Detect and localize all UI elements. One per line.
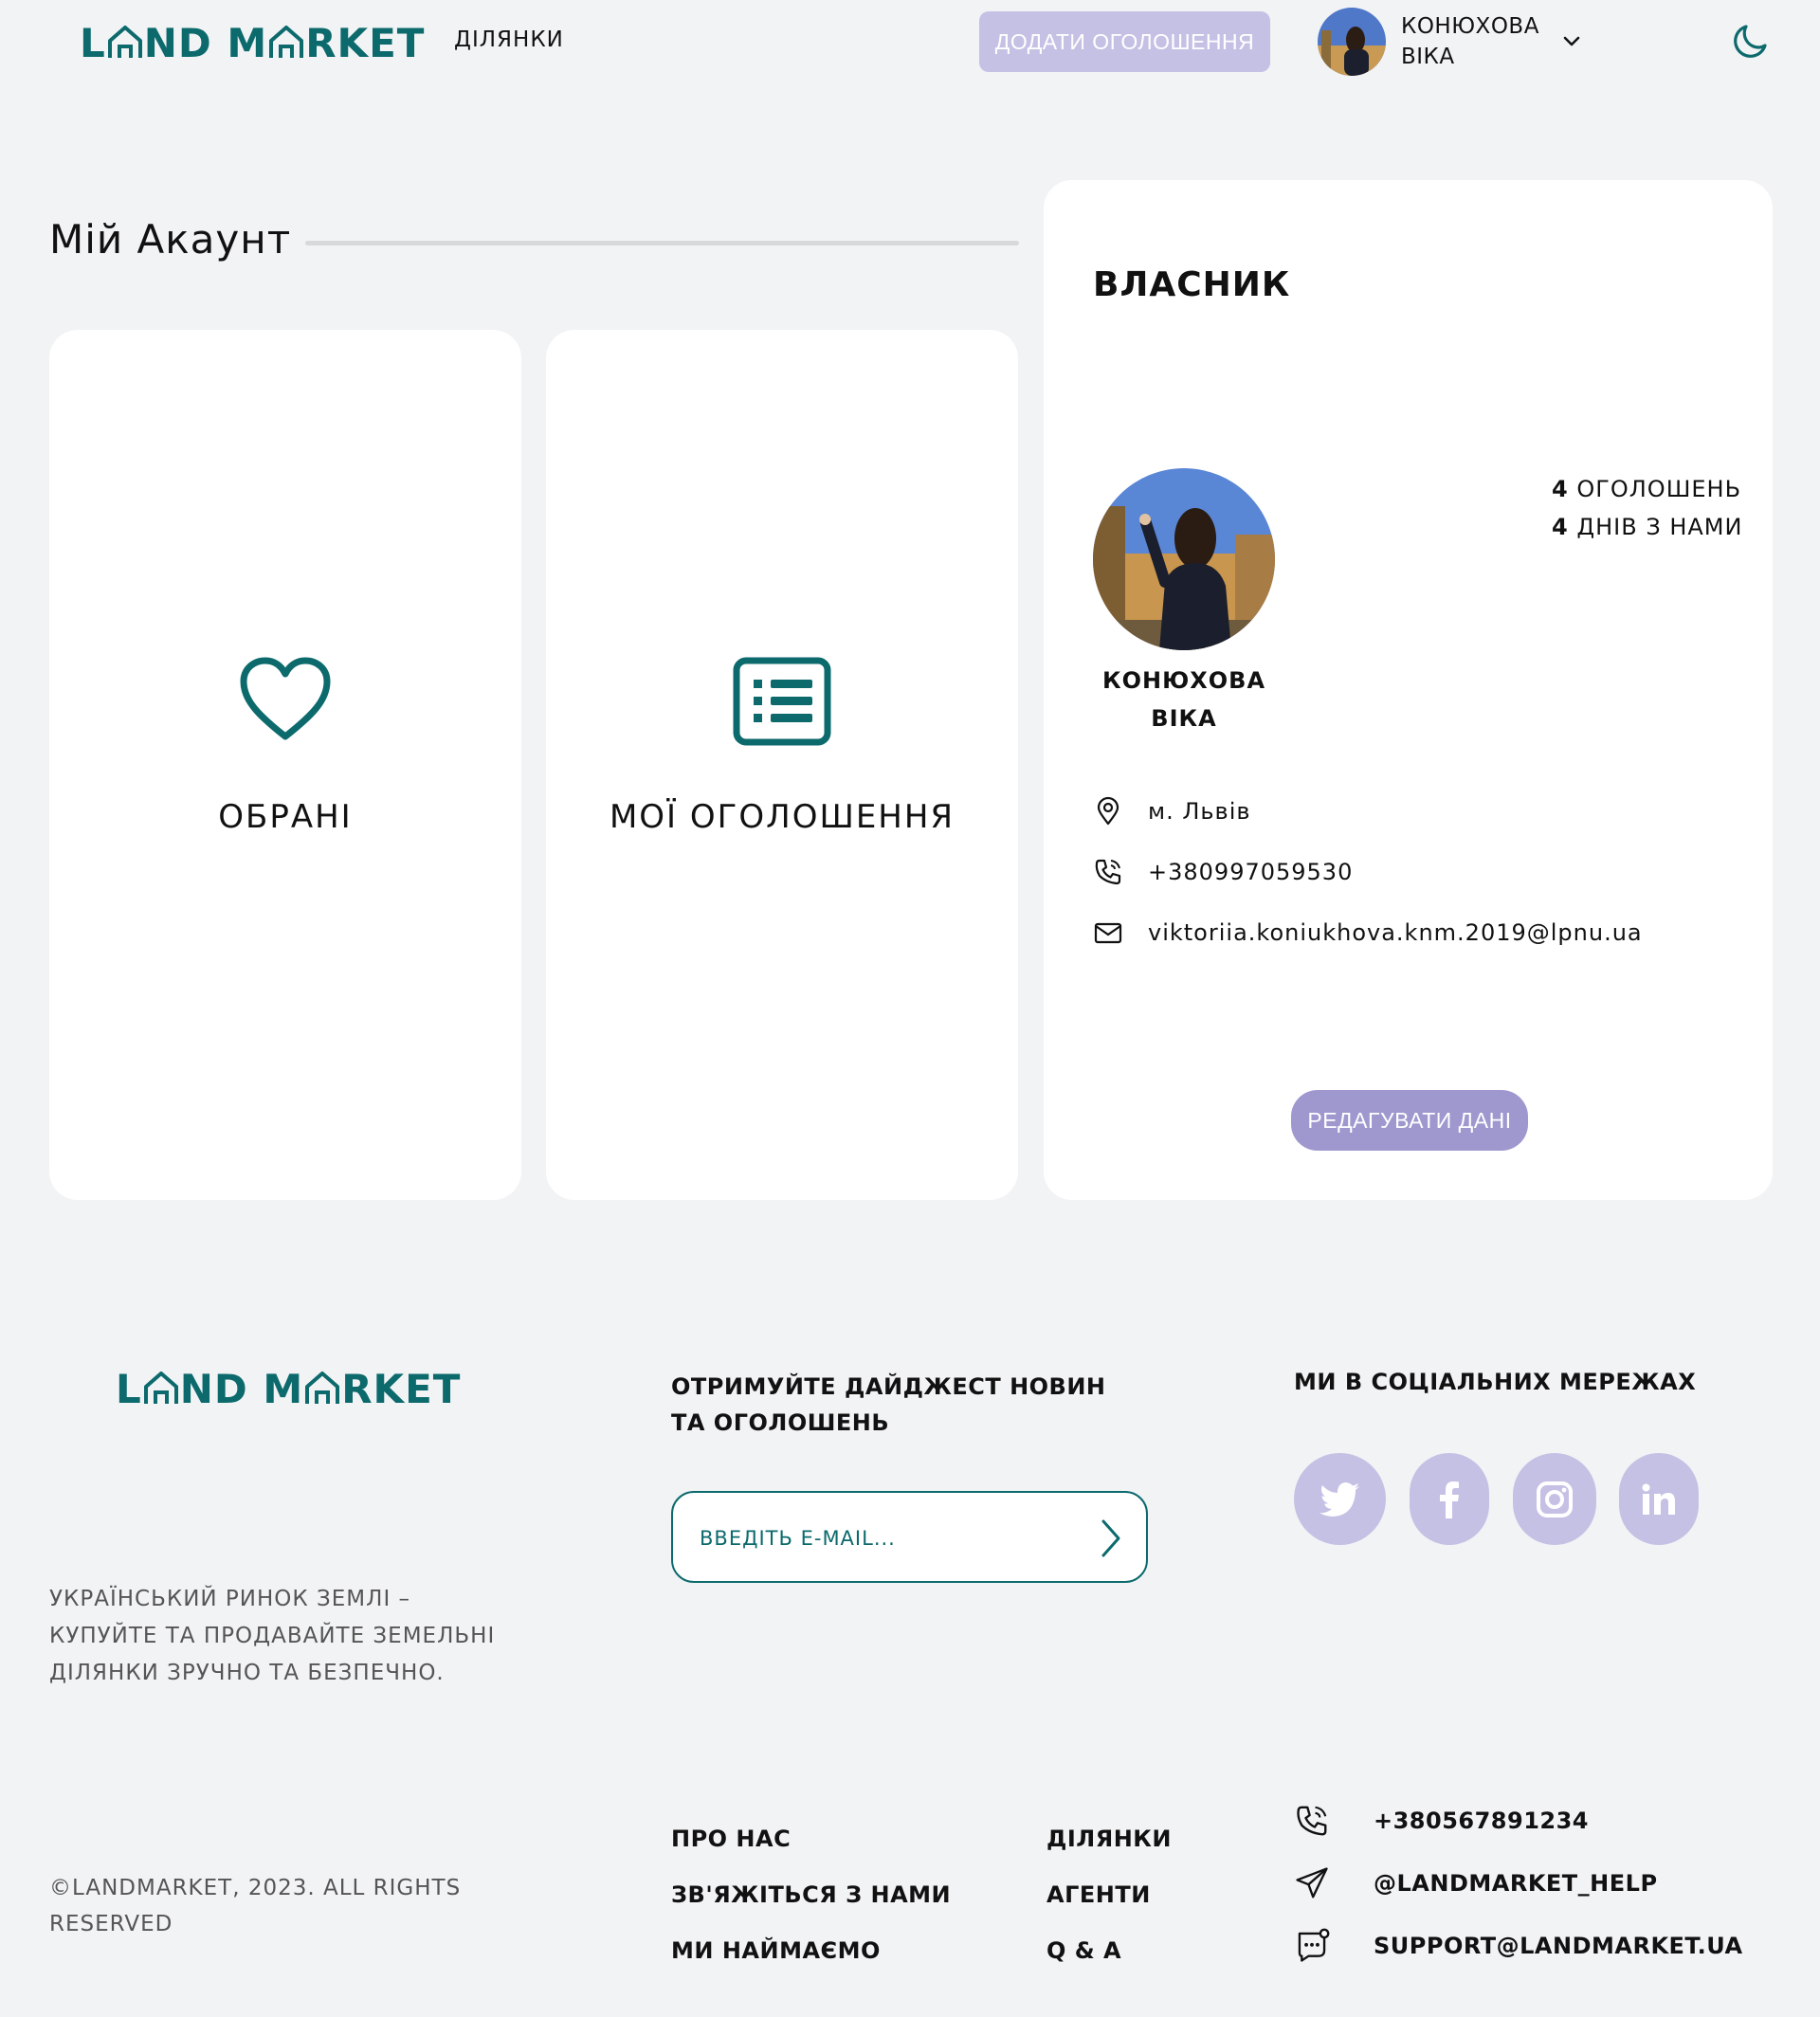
footer-link-plots[interactable]: ДІЛЯНКИ — [1046, 1826, 1172, 1852]
owner-name-line1: КОНЮХОВА — [1101, 667, 1266, 694]
heart-icon — [240, 657, 331, 740]
chevron-down-icon[interactable] — [1560, 30, 1583, 53]
footer-link-qa[interactable]: Q & A — [1046, 1937, 1121, 1964]
linkedin-link[interactable] — [1619, 1453, 1699, 1545]
owner-phone[interactable]: +380997059530 — [1148, 859, 1353, 885]
phone-row: +380997059530 — [1093, 857, 1353, 887]
newsletter-form — [671, 1491, 1148, 1583]
listings-label: ОГОЛОШЕНЬ — [1576, 476, 1742, 502]
nav-plots-link[interactable]: ДІЛЯНКИ — [454, 27, 564, 52]
owner-city: м. Львів — [1148, 798, 1251, 825]
footer-link-hiring[interactable]: МИ НАЙМАЄМО — [671, 1937, 881, 1964]
days-label: ДНІВ З НАМИ — [1576, 514, 1743, 540]
footer-telegram-text: @LANDMARKET_HELP — [1374, 1870, 1658, 1897]
instagram-link[interactable] — [1513, 1453, 1596, 1545]
owner-stats: 4 ОГОЛОШЕНЬ 4 ДНІВ З НАМИ — [1552, 470, 1742, 546]
header-logo[interactable]: L ND M RKET — [80, 19, 425, 66]
facebook-icon — [1440, 1481, 1459, 1518]
social-heading: МИ В СОЦІАЛЬНИХ МЕРЕЖАХ — [1294, 1369, 1697, 1395]
logo-text-nd-m: ND M — [143, 19, 268, 66]
my-listings-label: МОЇ ОГОЛОШЕННЯ — [609, 798, 956, 836]
send-icon — [1296, 1867, 1328, 1899]
email-row: viktoriia.koniukhova.knm.2019@lpnu.ua — [1093, 918, 1643, 948]
digest-heading: ОТРИМУЙТЕ ДАЙДЖЕСТ НОВИН ТА ОГОЛОШЕНЬ — [671, 1373, 1106, 1436]
facebook-link[interactable] — [1410, 1453, 1489, 1545]
days-count: 4 — [1552, 514, 1569, 540]
avatar — [1318, 8, 1386, 76]
logo-text-l: L — [80, 19, 106, 66]
listings-count: 4 — [1552, 476, 1569, 502]
user-name: КОНЮХОВА ВІКА — [1401, 11, 1539, 72]
list-icon — [733, 657, 831, 746]
user-name-line1: КОНЮХОВА — [1401, 14, 1539, 39]
twitter-icon — [1319, 1481, 1359, 1517]
edit-profile-button[interactable]: РЕДАГУВАТИ ДАНІ — [1291, 1090, 1528, 1151]
listings-stat: 4 ОГОЛОШЕНЬ — [1552, 470, 1742, 508]
title-divider — [305, 241, 1019, 245]
owner-email[interactable]: viktoriia.koniukhova.knm.2019@lpnu.ua — [1148, 919, 1643, 946]
phone-icon — [1297, 1806, 1327, 1836]
footer-telegram[interactable]: @LANDMARKET_HELP — [1294, 1865, 1658, 1901]
footer-support[interactable]: SUPPORT@LANDMARKET.UA — [1294, 1928, 1743, 1964]
user-menu[interactable]: КОНЮХОВА ВІКА — [1318, 8, 1583, 76]
instagram-icon — [1537, 1481, 1573, 1517]
linkedin-icon — [1642, 1483, 1675, 1515]
house-icon — [269, 26, 304, 58]
favorites-tile[interactable]: ОБРАНІ — [49, 330, 521, 1200]
page-title: Мій Акаунт — [49, 216, 292, 263]
owner-card: ВЛАСНИК КОНЮХОВА ВІКА 4 ОГОЛОШЕНЬ 4 ДНІВ… — [1044, 180, 1773, 1200]
owner-name: КОНЮХОВА ВІКА — [1082, 662, 1286, 737]
footer-copyright: ©LANDMARKET, 2023. ALL RIGHTS RESERVED — [49, 1876, 462, 1936]
footer-logo[interactable]: L ND M RKET — [116, 1365, 461, 1412]
house-icon — [305, 1372, 340, 1404]
owner-avatar — [1093, 468, 1275, 650]
my-listings-tile[interactable]: МОЇ ОГОЛОШЕННЯ — [546, 330, 1018, 1200]
city-row: м. Львів — [1093, 796, 1251, 827]
location-pin-icon — [1097, 796, 1119, 826]
footer-phone-text: +380567891234 — [1374, 1808, 1589, 1834]
favorites-label: ОБРАНІ — [218, 798, 353, 836]
twitter-link[interactable] — [1294, 1453, 1386, 1545]
mail-icon — [1094, 922, 1122, 944]
owner-name-line2: ВІКА — [1151, 705, 1217, 732]
moon-icon[interactable] — [1731, 21, 1771, 61]
owner-heading: ВЛАСНИК — [1093, 265, 1291, 304]
days-stat: 4 ДНІВ З НАМИ — [1552, 508, 1742, 546]
add-listing-button[interactable]: ДОДАТИ ОГОЛОШЕННЯ — [979, 11, 1270, 72]
chevron-right-icon[interactable] — [1090, 1516, 1128, 1561]
footer-link-about[interactable]: ПРО НАС — [671, 1826, 791, 1852]
footer-phone[interactable]: +380567891234 — [1294, 1803, 1589, 1839]
newsletter-email-input[interactable] — [700, 1519, 1060, 1557]
house-icon — [143, 1372, 178, 1404]
footer-link-contact[interactable]: ЗВ'ЯЖІТЬСЯ З НАМИ — [671, 1881, 951, 1908]
user-name-line2: ВІКА — [1401, 45, 1455, 69]
footer-support-text: SUPPORT@LANDMARKET.UA — [1374, 1933, 1743, 1959]
house-icon — [107, 26, 142, 58]
logo-text-l: L — [116, 1365, 142, 1412]
logo-text-rket: RKET — [341, 1365, 462, 1412]
phone-icon — [1095, 859, 1121, 885]
logo-text-rket: RKET — [305, 19, 426, 66]
footer-link-agents[interactable]: АГЕНТИ — [1046, 1881, 1151, 1908]
footer-tagline: УКРАЇНСЬКИЙ РИНОК ЗЕМЛІ – КУПУЙТЕ ТА ПРО… — [49, 1587, 496, 1685]
logo-text-nd-m: ND M — [179, 1365, 304, 1412]
chat-icon — [1298, 1928, 1330, 1962]
